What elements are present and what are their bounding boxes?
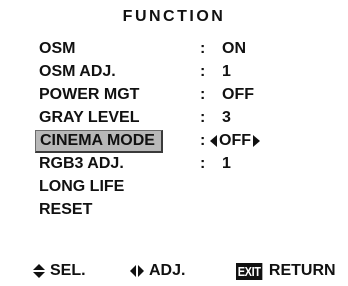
select-hint: SEL. <box>33 262 86 280</box>
menu-item-value: ON <box>222 40 246 57</box>
menu-footer: SEL. ADJ. EXIT RETURN <box>0 262 348 284</box>
menu-item-osm[interactable]: OSM : ON <box>39 38 348 61</box>
menu-item-label-highlighted: CINEMA MODE <box>35 130 163 153</box>
menu-item-label: OSM ADJ. <box>39 63 116 80</box>
menu-item-gray-level[interactable]: GRAY LEVEL : 3 <box>39 107 348 130</box>
menu-item-label: RGB3 ADJ. <box>39 155 124 172</box>
menu-item-label: LONG LIFE <box>39 178 125 195</box>
left-right-triangles-icon <box>130 265 144 277</box>
menu-item-reset[interactable]: RESET <box>39 199 348 222</box>
separator-colon: : <box>200 155 206 172</box>
return-hint-label: RETURN <box>268 262 336 279</box>
menu-item-power-mgt[interactable]: POWER MGT : OFF <box>39 84 348 107</box>
menu-item-value: 3 <box>222 109 231 126</box>
menu-item-value: 1 <box>222 63 231 80</box>
menu-item-value: OFF <box>222 86 254 103</box>
menu-item-value-selector[interactable]: OFF <box>210 132 260 150</box>
adjust-hint: ADJ. <box>130 262 185 280</box>
menu-item-osm-adj[interactable]: OSM ADJ. : 1 <box>39 61 348 84</box>
menu-item-label: POWER MGT <box>39 86 140 103</box>
separator-colon: : <box>200 86 206 103</box>
menu-title: FUNCTION <box>122 8 226 25</box>
left-arrow-icon[interactable] <box>210 135 217 147</box>
function-menu: OSM : ON OSM ADJ. : 1 POWER MGT : OFF GR… <box>35 38 348 222</box>
menu-item-long-life[interactable]: LONG LIFE <box>39 176 348 199</box>
menu-item-label: OSM <box>39 40 76 57</box>
separator-colon: : <box>200 132 206 149</box>
right-arrow-icon[interactable] <box>253 135 260 147</box>
return-hint: EXIT RETURN <box>236 262 336 280</box>
separator-colon: : <box>200 40 206 57</box>
menu-item-label: GRAY LEVEL <box>39 109 140 126</box>
separator-colon: : <box>200 109 206 126</box>
select-hint-label: SEL. <box>50 262 86 279</box>
adjust-hint-label: ADJ. <box>149 262 186 279</box>
up-down-triangles-icon <box>33 264 45 278</box>
exit-key-icon: EXIT <box>236 262 263 280</box>
separator-colon: : <box>200 63 206 80</box>
menu-item-cinema-mode[interactable]: CINEMA MODE : OFF <box>35 130 348 153</box>
menu-item-value: OFF <box>219 132 251 149</box>
menu-item-label: RESET <box>39 201 93 218</box>
menu-item-rgb3-adj[interactable]: RGB3 ADJ. : 1 <box>39 153 348 176</box>
menu-item-value: 1 <box>222 155 231 172</box>
